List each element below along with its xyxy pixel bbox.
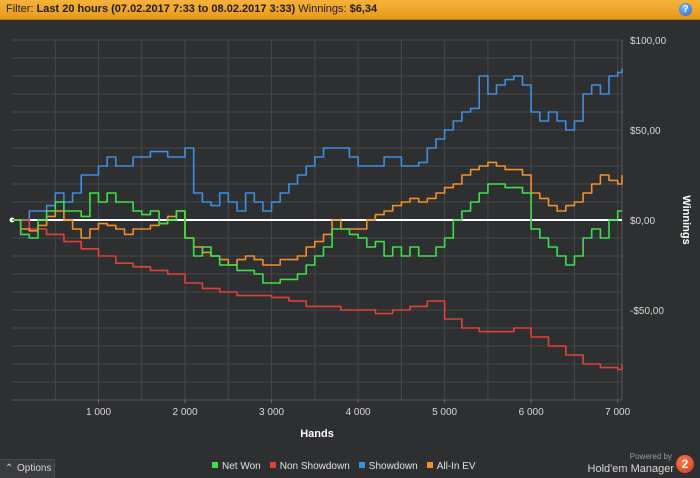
y-tick-label: $0,00 (630, 216, 655, 227)
x-tick-label: 4 000 (346, 407, 371, 418)
legend-item-showdown[interactable]: Showdown (358, 461, 418, 472)
x-tick-label: 1 000 (86, 407, 111, 418)
y-tick-label: -$50,00 (630, 306, 664, 317)
legend-swatch (358, 462, 365, 468)
filter-text: Filter: Last 20 hours (07.02.2017 7:33 t… (6, 3, 377, 15)
legend-item-net-won[interactable]: Net Won (212, 461, 261, 472)
legend-label: All-In EV (436, 461, 476, 472)
y-axis-title: Winnings (680, 195, 692, 244)
x-tick-label: 5 000 (432, 407, 457, 418)
winnings-value: $6,34 (349, 3, 378, 15)
legend-swatch (426, 462, 433, 468)
legend-swatch (269, 462, 276, 468)
hem-logo-icon: 2 (676, 455, 694, 473)
chevron-up-icon: ⌃ (5, 463, 14, 474)
x-tick-label: 2 000 (173, 407, 198, 418)
brand-name: Hold'em Manager (587, 463, 674, 475)
winnings-chart: 1 000 2 000 3 000 4 000 5 000 6 000 7 000 $100,… (9, 36, 692, 440)
series-line-non-showdown (12, 219, 623, 371)
filter-prefix: Filter: (6, 3, 34, 15)
options-button[interactable]: ⌃ Options (0, 459, 55, 478)
help-icon[interactable]: ? (679, 3, 692, 16)
x-axis-title: Hands (300, 428, 334, 440)
y-tick-label: $50,00 (630, 126, 661, 137)
chart-legend: Net Won Non Showdown Showdown All-In EV (212, 461, 485, 472)
legend-label: Non Showdown (279, 461, 350, 472)
powered-by-label: Powered by (629, 452, 672, 461)
x-tick-label: 6 000 (519, 407, 544, 418)
legend-label: Showdown (368, 461, 418, 472)
legend-label: Net Won (222, 461, 261, 472)
legend-item-non-showdown[interactable]: Non Showdown (269, 461, 350, 472)
filter-range: Last 20 hours (07.02.2017 7:33 to 08.02.… (36, 3, 296, 15)
x-tick-label: 3 000 (259, 407, 284, 418)
series-line-net-won (12, 183, 622, 284)
x-tick-label: 7 000 (605, 407, 630, 418)
winnings-label: Winnings: (298, 3, 347, 15)
legend-item-all-in-ev[interactable]: All-In EV (426, 461, 476, 472)
legend-swatch (212, 462, 218, 468)
options-label: Options (17, 463, 52, 474)
filter-bar: Filter: Last 20 hours (07.02.2017 7:33 t… (0, 0, 700, 20)
y-tick-label: $100,00 (630, 36, 667, 47)
